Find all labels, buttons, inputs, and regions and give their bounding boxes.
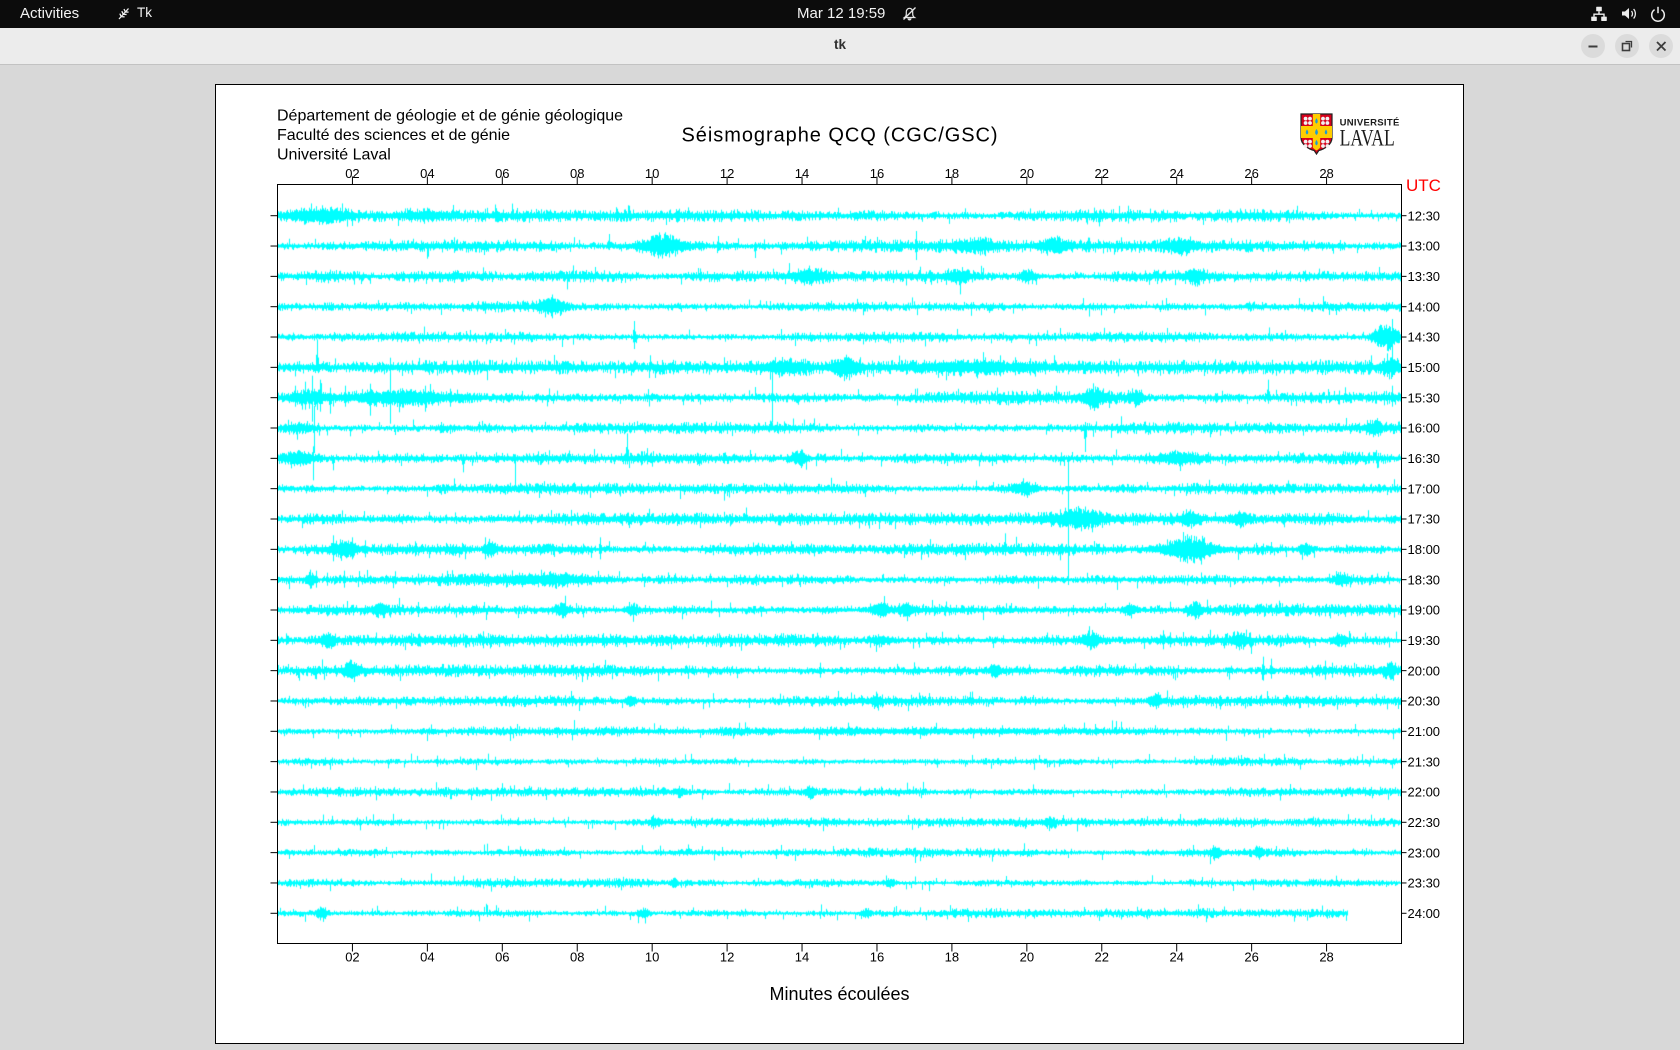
svg-text:18:00: 18:00 (1408, 542, 1441, 557)
svg-text:06: 06 (495, 949, 509, 964)
svg-text:16: 16 (870, 166, 884, 181)
svg-text:22:30: 22:30 (1408, 815, 1441, 830)
svg-text:14: 14 (795, 166, 809, 181)
svg-text:26: 26 (1244, 949, 1258, 964)
svg-text:Université Laval: Université Laval (277, 147, 391, 164)
svg-text:21:00: 21:00 (1408, 724, 1441, 739)
svg-text:18: 18 (945, 166, 959, 181)
svg-text:26: 26 (1244, 166, 1258, 181)
svg-text:15:30: 15:30 (1408, 390, 1441, 405)
svg-text:Minutes écoulées: Minutes écoulées (769, 984, 909, 1004)
svg-text:Séismographe QCQ (CGC/GSC): Séismographe QCQ (CGC/GSC) (682, 124, 999, 146)
svg-text:10: 10 (645, 949, 659, 964)
svg-text:24: 24 (1169, 166, 1183, 181)
svg-text:24:00: 24:00 (1408, 906, 1441, 921)
svg-text:13:30: 13:30 (1408, 269, 1441, 284)
svg-text:12:30: 12:30 (1408, 208, 1441, 223)
svg-text:UTC: UTC (1406, 176, 1441, 195)
svg-text:24: 24 (1169, 949, 1183, 964)
svg-text:20: 20 (1020, 166, 1034, 181)
svg-text:Faculté des sciences et de gén: Faculté des sciences et de génie (277, 127, 510, 144)
svg-text:22:00: 22:00 (1408, 785, 1441, 800)
svg-text:15:00: 15:00 (1408, 360, 1441, 375)
svg-text:17:30: 17:30 (1408, 512, 1441, 527)
svg-text:08: 08 (570, 166, 584, 181)
svg-text:14:00: 14:00 (1408, 299, 1441, 314)
svg-text:18:30: 18:30 (1408, 572, 1441, 587)
svg-text:12: 12 (720, 949, 734, 964)
svg-text:Département de géologie et de: Département de géologie et de génie géol… (277, 108, 623, 125)
svg-text:28: 28 (1319, 949, 1333, 964)
svg-text:23:30: 23:30 (1408, 876, 1441, 891)
svg-text:22: 22 (1095, 949, 1109, 964)
svg-text:22: 22 (1095, 166, 1109, 181)
svg-text:13:00: 13:00 (1408, 239, 1441, 254)
svg-text:23:00: 23:00 (1408, 845, 1441, 860)
svg-text:12: 12 (720, 166, 734, 181)
svg-text:16:00: 16:00 (1408, 421, 1441, 436)
svg-text:16:30: 16:30 (1408, 451, 1441, 466)
svg-text:19:00: 19:00 (1408, 603, 1441, 618)
svg-text:10: 10 (645, 166, 659, 181)
svg-text:04: 04 (420, 949, 434, 964)
svg-text:04: 04 (420, 166, 434, 181)
svg-text:21:30: 21:30 (1408, 754, 1441, 769)
svg-text:17:00: 17:00 (1408, 481, 1441, 496)
svg-text:18: 18 (945, 949, 959, 964)
svg-text:02: 02 (345, 949, 359, 964)
svg-text:19:30: 19:30 (1408, 633, 1441, 648)
svg-text:28: 28 (1319, 166, 1333, 181)
svg-text:LAVAL: LAVAL (1340, 125, 1395, 151)
svg-text:20:30: 20:30 (1408, 694, 1441, 709)
svg-text:08: 08 (570, 949, 584, 964)
svg-text:02: 02 (345, 166, 359, 181)
svg-text:16: 16 (870, 949, 884, 964)
svg-text:14:30: 14:30 (1408, 330, 1441, 345)
svg-text:20:00: 20:00 (1408, 663, 1441, 678)
svg-text:20: 20 (1020, 949, 1034, 964)
svg-text:06: 06 (495, 166, 509, 181)
svg-text:14: 14 (795, 949, 809, 964)
